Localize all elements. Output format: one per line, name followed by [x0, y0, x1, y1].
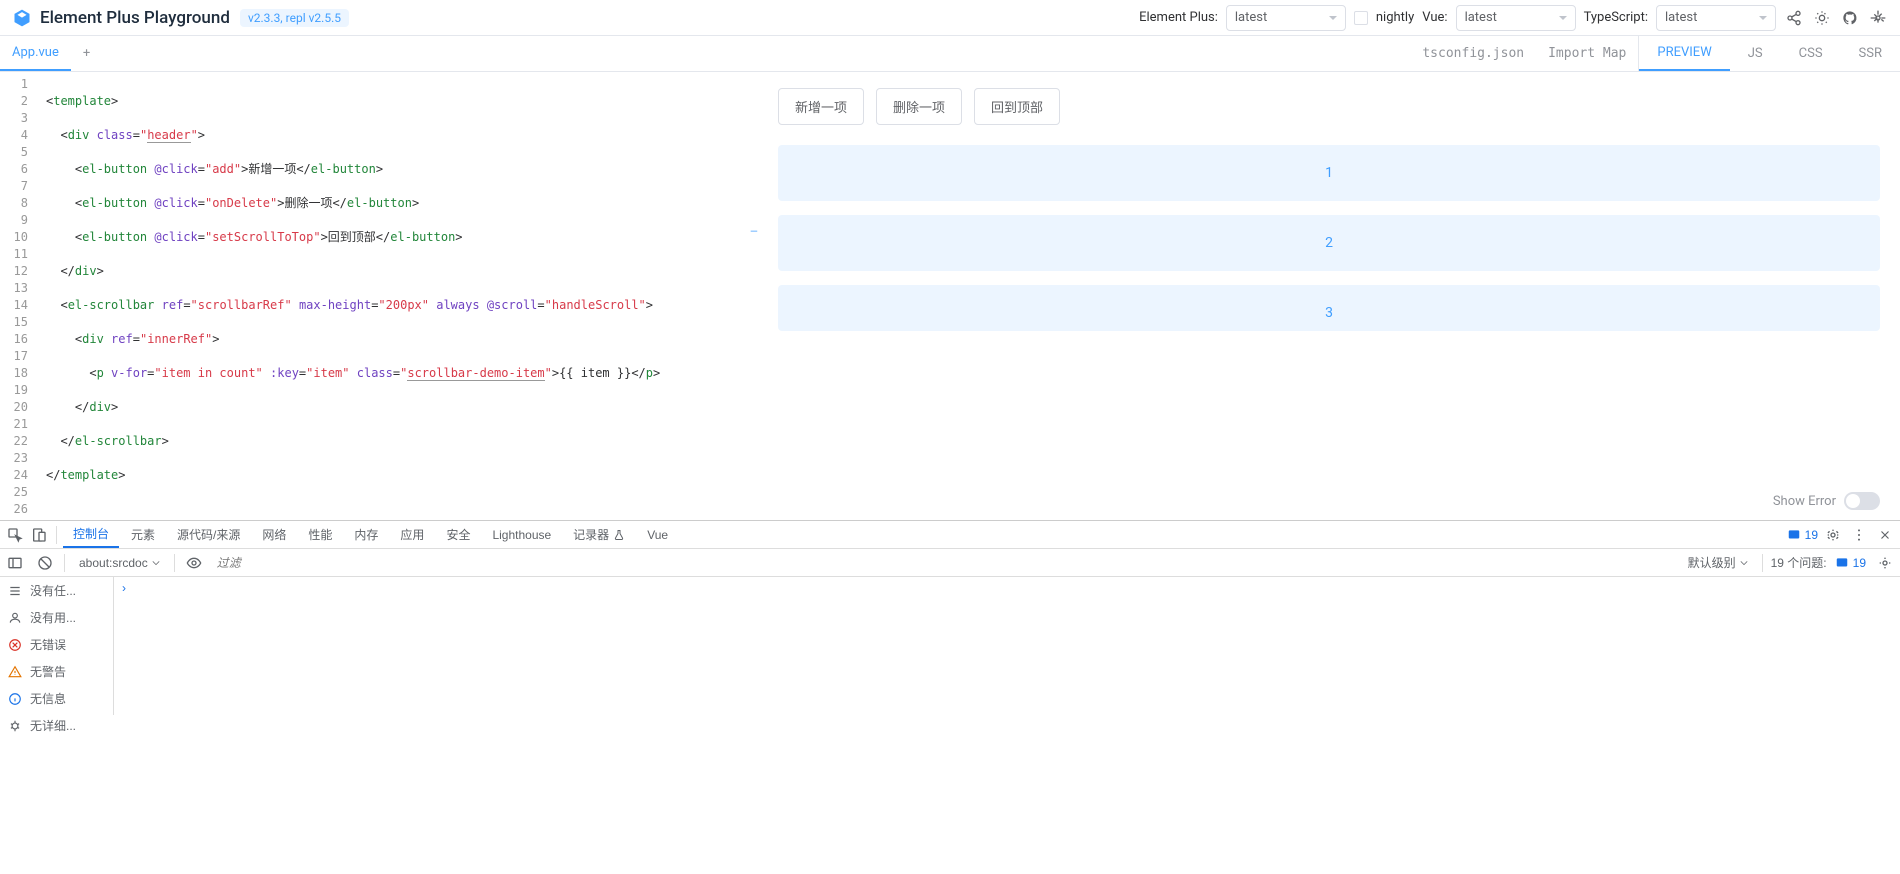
tab-css[interactable]: CSS: [1781, 36, 1841, 71]
devtools-tab-recorder[interactable]: 记录器: [563, 521, 635, 548]
ep-label: Element Plus:: [1139, 10, 1218, 25]
version-badge: v2.3.3, repl v2.5.5: [240, 9, 349, 27]
console-sidebar: 没有任... 没有用... 无错误 无警告 无信息 无详细...: [0, 577, 114, 715]
vue-label: Vue:: [1422, 10, 1447, 25]
user-icon: [8, 611, 22, 625]
element-plus-logo: [12, 8, 32, 28]
scroll-top-button[interactable]: 回到顶部: [974, 88, 1060, 125]
devtools-tab-console[interactable]: 控制台: [63, 521, 119, 548]
app-header: Element Plus Playground v2.3.3, repl v2.…: [0, 0, 1900, 36]
devtools-tab-application[interactable]: 应用: [390, 521, 434, 548]
log-levels-select[interactable]: 默认级别: [1682, 554, 1754, 571]
devtools-tab-security[interactable]: 安全: [436, 521, 480, 548]
context-select[interactable]: about:srcdoc: [73, 556, 166, 570]
list-item: 1: [778, 145, 1880, 201]
sidebar-user-messages[interactable]: 没有用...: [0, 604, 113, 631]
console-filter-input[interactable]: [213, 554, 1313, 572]
issues-label: 19 个问题:: [1771, 554, 1827, 571]
device-icon[interactable]: [28, 524, 50, 546]
code-editor[interactable]: 1234567891011121314151617181920212223242…: [0, 72, 752, 520]
bug-icon: [8, 719, 22, 733]
chevron-down-icon: [1740, 559, 1748, 567]
devtools-tab-performance[interactable]: 性能: [298, 521, 342, 548]
toggle-sidebar-icon[interactable]: [4, 552, 26, 574]
app-title: Element Plus Playground: [40, 8, 230, 28]
live-expression-icon[interactable]: [183, 552, 205, 574]
devtools-tab-elements[interactable]: 元素: [121, 521, 165, 548]
sidebar-errors[interactable]: 无错误: [0, 631, 113, 658]
devtools-tab-lighthouse[interactable]: Lighthouse: [482, 521, 561, 548]
tab-preview[interactable]: PREVIEW: [1639, 36, 1729, 71]
github-icon[interactable]: [1840, 8, 1860, 28]
share-icon[interactable]: [1784, 8, 1804, 28]
devtools-tab-vue[interactable]: Vue: [637, 521, 678, 548]
ts-version-select[interactable]: latest: [1656, 5, 1776, 31]
ep-version-select[interactable]: latest: [1226, 5, 1346, 31]
file-tab-app[interactable]: App.vue: [0, 36, 71, 71]
show-error-toggle[interactable]: [1844, 492, 1880, 510]
settings-icon[interactable]: [1868, 8, 1888, 28]
code-content: <template> <div class="header"> <el-butt…: [46, 76, 752, 520]
issues-count-badge[interactable]: 19: [1835, 556, 1866, 570]
tab-js[interactable]: JS: [1730, 36, 1781, 71]
import-map-link[interactable]: Import Map: [1536, 46, 1638, 61]
sidebar-all-messages[interactable]: 没有任...: [0, 577, 113, 604]
sidebar-info[interactable]: 无信息: [0, 685, 113, 712]
add-item-button[interactable]: 新增一项: [778, 88, 864, 125]
devtools-close-icon[interactable]: [1874, 524, 1896, 546]
theme-icon[interactable]: [1812, 8, 1832, 28]
vue-version-select[interactable]: latest: [1456, 5, 1576, 31]
list-item: 2: [778, 215, 1880, 271]
console-prompt-icon: ›: [122, 581, 126, 595]
tab-ssr[interactable]: SSR: [1841, 36, 1900, 71]
list-icon: [8, 584, 22, 598]
chevron-down-icon: [152, 559, 160, 567]
preview-pane: 新增一项 删除一项 回到顶部 1 2 3 Show Error: [758, 72, 1900, 520]
console-settings-icon[interactable]: [1874, 552, 1896, 574]
show-error-label: Show Error: [1773, 494, 1836, 509]
issues-indicator[interactable]: 19: [1787, 528, 1818, 542]
line-gutter: 1234567891011121314151617181920212223242…: [0, 72, 40, 520]
tsconfig-link[interactable]: tsconfig.json: [1410, 46, 1536, 61]
nightly-label: nightly: [1376, 10, 1414, 25]
info-icon: [8, 692, 22, 706]
ts-label: TypeScript:: [1584, 10, 1648, 25]
main-split: 1234567891011121314151617181920212223242…: [0, 72, 1900, 520]
delete-item-button[interactable]: 删除一项: [876, 88, 962, 125]
devtools-panel: 控制台 元素 源代码/来源 网络 性能 内存 应用 安全 Lighthouse …: [0, 520, 1900, 715]
devtools-tab-network[interactable]: 网络: [252, 521, 296, 548]
clear-console-icon[interactable]: [34, 552, 56, 574]
devtools-settings-icon[interactable]: [1822, 524, 1844, 546]
list-item: 3: [778, 285, 1880, 331]
devtools-tab-memory[interactable]: 内存: [344, 521, 388, 548]
console-output[interactable]: ›: [114, 577, 1900, 715]
inspect-icon[interactable]: [4, 524, 26, 546]
devtools-more-icon[interactable]: [1848, 524, 1870, 546]
error-icon: [8, 638, 22, 652]
sidebar-verbose[interactable]: 无详细...: [0, 712, 113, 739]
flask-icon: [613, 529, 625, 541]
sidebar-warnings[interactable]: 无警告: [0, 658, 113, 685]
nightly-checkbox[interactable]: [1354, 11, 1368, 25]
tabs-bar: App.vue + tsconfig.json Import Map PREVI…: [0, 36, 1900, 72]
add-file-button[interactable]: +: [71, 46, 102, 61]
warning-icon: [8, 665, 22, 679]
devtools-tab-sources[interactable]: 源代码/来源: [167, 521, 250, 548]
